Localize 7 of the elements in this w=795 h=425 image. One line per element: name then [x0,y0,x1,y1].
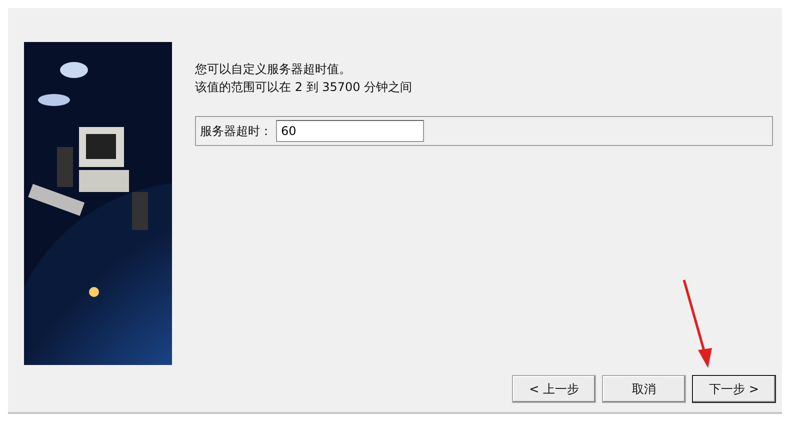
instruction-text: 您可以自定义服务器超时值。 [195,61,352,78]
field-label: 服务器超时： [200,122,272,140]
timeout-input-field[interactable]: 60 [276,120,424,142]
wizard-button[interactable]: 下一步 > [692,375,776,403]
instruction-text: 该值的范围可以在 2 到 35700 分钟之间 [195,79,414,96]
wizard-button[interactable]: < 上一步 [512,375,596,403]
wizard-button[interactable]: 取消 [602,375,686,403]
